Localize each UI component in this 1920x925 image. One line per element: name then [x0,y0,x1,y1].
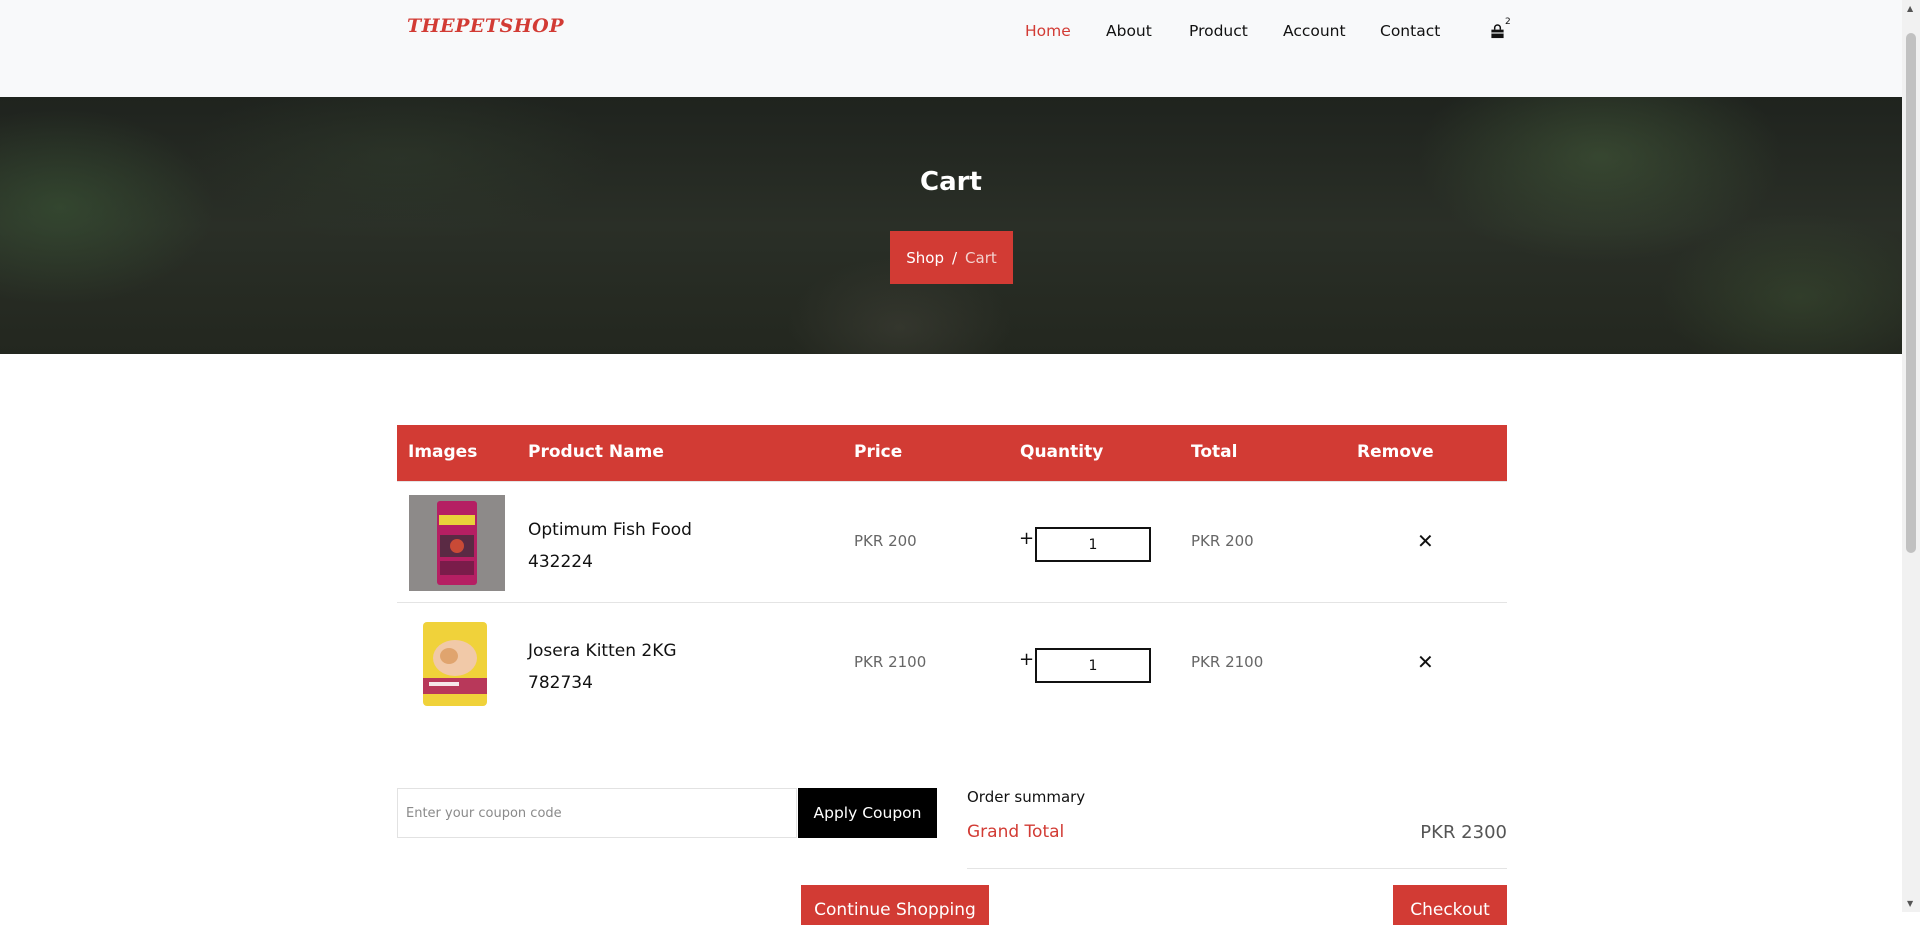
close-icon[interactable]: ✕ [1417,650,1434,674]
product-code: 782734 [528,673,593,693]
line-total: PKR 200 [1191,532,1254,550]
product-name[interactable]: Josera Kitten 2KG [528,635,677,667]
quantity-input[interactable] [1035,648,1151,683]
nav-about[interactable]: About [1106,22,1152,40]
continue-shopping-button[interactable]: Continue Shopping [801,885,989,925]
col-price: Price [854,442,903,462]
coupon-code-input[interactable] [397,788,797,838]
breadcrumb: Shop / Cart [890,231,1013,284]
product-image-optimum-fish-food[interactable] [409,495,505,591]
breadcrumb-shop-link[interactable]: Shop [906,249,944,267]
quantity-input[interactable] [1035,527,1151,562]
breadcrumb-current: Cart [965,248,997,267]
nav-account[interactable]: Account [1283,22,1346,40]
breadcrumb-separator: / [951,248,958,267]
apply-coupon-button[interactable]: Apply Coupon [798,788,937,838]
cart-table-header: Images Product Name Price Quantity Total… [397,425,1507,481]
page-scrollbar[interactable]: ▲ ▼ [1902,0,1920,912]
col-images: Images [408,442,478,462]
product-name-cell: Optimum Fish Food 432224 [528,514,692,578]
order-summary-heading: Order summary [967,788,1086,806]
col-quantity: Quantity [1020,442,1104,462]
col-remove: Remove [1357,442,1434,462]
quantity-plus-button[interactable]: + [1019,649,1034,670]
cart-count-badge: 2 [1505,17,1511,27]
col-product-name: Product Name [528,442,664,462]
scroll-down-arrow-icon[interactable]: ▼ [1907,899,1913,908]
nav-product[interactable]: Product [1189,22,1248,40]
grand-total-value: PKR 2300 [1420,822,1507,843]
main-nav: Home About Product Account Contact [0,22,1902,46]
close-icon[interactable]: ✕ [1417,529,1434,553]
nav-contact[interactable]: Contact [1380,22,1440,40]
checkout-button[interactable]: Checkout [1393,885,1507,925]
page-title: Cart [920,167,982,197]
product-code: 432224 [528,552,593,572]
summary-divider [967,868,1507,869]
grand-total-label: Grand Total [967,822,1065,842]
hero-banner [0,97,1902,354]
table-row: Josera Kitten 2KG 782734 PKR 2100 + PKR … [397,603,1507,723]
cart-button[interactable]: 2 [1490,17,1520,46]
product-image-josera-kitten[interactable] [409,616,505,712]
col-total: Total [1191,442,1238,462]
product-price: PKR 200 [854,532,917,550]
product-name-cell: Josera Kitten 2KG 782734 [528,635,677,699]
nav-home[interactable]: Home [1025,22,1071,40]
scrollbar-thumb[interactable] [1906,33,1916,553]
product-price: PKR 2100 [854,653,927,671]
shopping-bag-icon [1491,24,1504,39]
top-navbar: THEPETSHOP Home About Product Account Co… [0,0,1902,97]
table-row: Optimum Fish Food 432224 PKR 200 + PKR 2… [397,481,1507,603]
scroll-up-arrow-icon[interactable]: ▲ [1907,4,1913,13]
line-total: PKR 2100 [1191,653,1264,671]
product-name[interactable]: Optimum Fish Food [528,514,692,546]
quantity-plus-button[interactable]: + [1019,528,1034,549]
